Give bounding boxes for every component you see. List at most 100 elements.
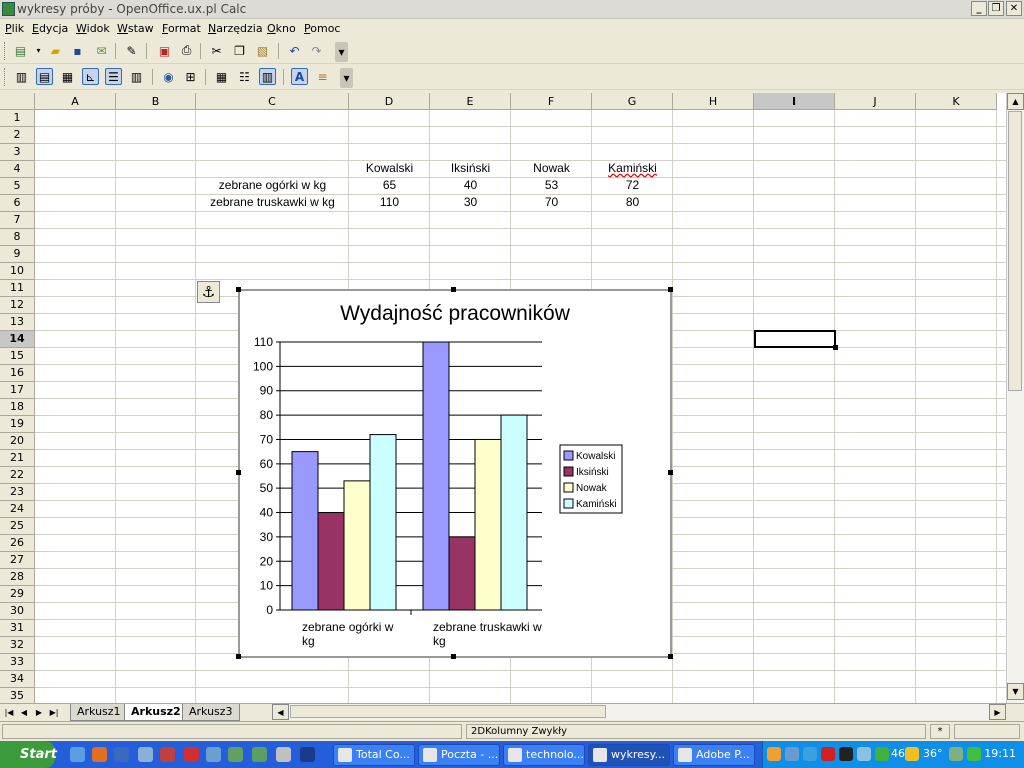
row-header-10[interactable]: 10 bbox=[0, 263, 35, 280]
row-header-16[interactable]: 16 bbox=[0, 365, 35, 382]
row-header-12[interactable]: 12 bbox=[0, 297, 35, 314]
resize-handle[interactable] bbox=[236, 654, 241, 659]
menu-widok[interactable]: Widok bbox=[76, 22, 110, 35]
row-header-15[interactable]: 15 bbox=[0, 348, 35, 365]
resize-handle[interactable] bbox=[668, 470, 673, 475]
column-header-h[interactable]: H bbox=[673, 93, 754, 110]
cell-d5[interactable]: 65 bbox=[349, 177, 430, 194]
select-all-corner[interactable] bbox=[0, 93, 35, 110]
data-in-rows-icon[interactable]: ⊞ bbox=[182, 68, 199, 85]
column-header-k[interactable]: K bbox=[916, 93, 997, 110]
resize-handle[interactable] bbox=[236, 287, 241, 292]
menu-edycja[interactable]: Edycja bbox=[32, 22, 68, 35]
scroll-down-button[interactable]: ▼ bbox=[1007, 683, 1024, 700]
scroll-right-button[interactable]: ▶ bbox=[989, 704, 1006, 720]
cell-e5[interactable]: 40 bbox=[430, 177, 511, 194]
resize-handle[interactable] bbox=[668, 287, 673, 292]
column-header-i[interactable]: I bbox=[754, 93, 835, 110]
next-sheet-button[interactable]: ▶ bbox=[33, 706, 45, 719]
cell-f4[interactable]: Nowak bbox=[511, 160, 592, 177]
quicklaunch-app-icon[interactable] bbox=[184, 747, 199, 762]
cell-g5[interactable]: 72 bbox=[592, 177, 673, 194]
row-header-8[interactable]: 8 bbox=[0, 229, 35, 246]
resize-handle[interactable] bbox=[668, 654, 673, 659]
row-header-26[interactable]: 26 bbox=[0, 535, 35, 552]
resize-handle[interactable] bbox=[451, 654, 456, 659]
quicklaunch-app-icon[interactable] bbox=[276, 747, 291, 762]
maximize-button[interactable]: ❐ bbox=[988, 1, 1004, 16]
data-columns-icon[interactable]: ☷ bbox=[236, 68, 253, 85]
quicklaunch-app-icon[interactable] bbox=[228, 747, 243, 762]
axes-toggle-icon[interactable]: ⊾ bbox=[82, 68, 99, 85]
cut-icon[interactable]: ✂ bbox=[208, 42, 225, 59]
column-header-e[interactable]: E bbox=[430, 93, 511, 110]
horizontal-scroll-thumb[interactable] bbox=[290, 705, 606, 718]
horizontal-grids-icon[interactable]: ☰ bbox=[105, 68, 122, 85]
active-cell-cursor[interactable] bbox=[754, 330, 836, 348]
weather-icon[interactable] bbox=[905, 747, 919, 761]
row-header-31[interactable]: 31 bbox=[0, 620, 35, 637]
quicklaunch-ie-icon[interactable] bbox=[70, 747, 85, 762]
horizontal-scrollbar[interactable]: ◀ ▶ bbox=[272, 704, 1006, 720]
main-title-toggle-icon[interactable]: ▤ bbox=[36, 68, 53, 85]
vertical-scroll-thumb[interactable] bbox=[1008, 111, 1022, 391]
cell-e6[interactable]: 30 bbox=[430, 194, 511, 211]
column-header-f[interactable]: F bbox=[511, 93, 592, 110]
resize-handle[interactable] bbox=[451, 287, 456, 292]
row-header-5[interactable]: 5 bbox=[0, 178, 35, 195]
cell-g4[interactable]: Kamiński bbox=[592, 160, 673, 177]
toolbar-overflow-icon[interactable]: ▾ bbox=[335, 42, 348, 62]
toolbar-grip[interactable] bbox=[4, 68, 7, 86]
quicklaunch-browser-icon[interactable] bbox=[114, 747, 129, 762]
open-folder-icon[interactable]: ▰ bbox=[47, 42, 64, 59]
row-header-24[interactable]: 24 bbox=[0, 501, 35, 518]
chart-data-icon[interactable]: ◉ bbox=[160, 68, 177, 85]
row-header-9[interactable]: 9 bbox=[0, 246, 35, 263]
start-button[interactable]: Start bbox=[0, 741, 57, 768]
tray-icon[interactable] bbox=[875, 747, 889, 761]
row-header-33[interactable]: 33 bbox=[0, 654, 35, 671]
row-header-14[interactable]: 14 bbox=[0, 331, 35, 348]
first-sheet-button[interactable]: |◀ bbox=[3, 706, 15, 719]
column-header-d[interactable]: D bbox=[349, 93, 430, 110]
toolbar-grip[interactable] bbox=[4, 42, 7, 60]
quicklaunch-app-icon[interactable] bbox=[252, 747, 267, 762]
tray-icon[interactable] bbox=[949, 747, 963, 761]
cell-e4[interactable]: Iksiński bbox=[430, 160, 511, 177]
row-header-1[interactable]: 1 bbox=[0, 110, 35, 127]
sheet-tab-arkusz3[interactable]: Arkusz3 bbox=[182, 704, 240, 721]
save-icon[interactable]: ▪ bbox=[69, 42, 86, 59]
cell-g6[interactable]: 80 bbox=[592, 194, 673, 211]
column-header-a[interactable]: A bbox=[35, 93, 116, 110]
export-pdf-icon[interactable]: ▣ bbox=[156, 42, 173, 59]
row-header-30[interactable]: 30 bbox=[0, 603, 35, 620]
row-header-6[interactable]: 6 bbox=[0, 195, 35, 212]
scroll-up-button[interactable]: ▲ bbox=[1007, 93, 1024, 110]
edit-file-icon[interactable]: ✎ bbox=[123, 42, 140, 59]
vertical-scrollbar[interactable]: ▲ ▼ bbox=[1006, 93, 1024, 703]
vertical-grids-icon[interactable]: ▥ bbox=[128, 68, 145, 85]
menu-format[interactable]: Format bbox=[162, 22, 201, 35]
row-header-22[interactable]: 22 bbox=[0, 467, 35, 484]
tray-icon[interactable] bbox=[767, 747, 781, 761]
task-adobe[interactable]: Adobe P... bbox=[673, 744, 755, 766]
task-wykresy[interactable]: wykresy... bbox=[588, 744, 670, 766]
chart-object[interactable]: Wydajność pracowników 0 10 20 30 40 50 60 70 80 90… bbox=[238, 289, 672, 658]
cell-d6[interactable]: 110 bbox=[349, 194, 430, 211]
row-header-11[interactable]: 11 bbox=[0, 280, 35, 297]
row-header-35[interactable]: 35 bbox=[0, 688, 35, 703]
row-header-3[interactable]: 3 bbox=[0, 144, 35, 161]
tray-icon[interactable] bbox=[785, 747, 799, 761]
menu-plik[interactable]: Plik bbox=[5, 22, 24, 35]
task-technolo[interactable]: technolo... bbox=[503, 744, 585, 766]
row-header-2[interactable]: 2 bbox=[0, 127, 35, 144]
row-header-29[interactable]: 29 bbox=[0, 586, 35, 603]
row-header-20[interactable]: 20 bbox=[0, 433, 35, 450]
column-header-j[interactable]: J bbox=[835, 93, 916, 110]
tray-icon[interactable] bbox=[857, 747, 871, 761]
tray-icon[interactable] bbox=[821, 747, 835, 761]
task-poczta[interactable]: Poczta - ... bbox=[418, 744, 500, 766]
row-header-23[interactable]: 23 bbox=[0, 484, 35, 501]
cell-f5[interactable]: 53 bbox=[511, 177, 592, 194]
email-icon[interactable]: ✉ bbox=[93, 42, 110, 59]
